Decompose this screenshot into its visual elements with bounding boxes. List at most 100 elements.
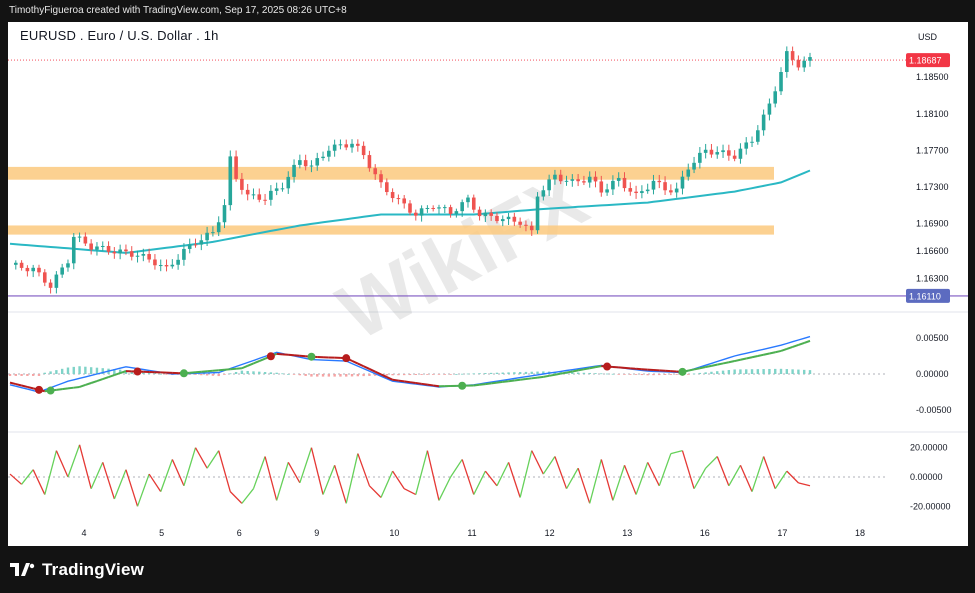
macd-signal-segment (531, 376, 538, 380)
chart-area[interactable]: WikiFX 1.18500 1.18100 1.17700 1.17300 1.1690… (8, 22, 968, 546)
macd-histogram-bar (750, 369, 754, 374)
candle-body (553, 174, 557, 180)
macd-histogram-bar (692, 373, 696, 375)
candle-body (779, 71, 783, 92)
oscillator-segment (9, 473, 23, 485)
macd-signal-segment (525, 377, 532, 381)
macd-signal-segment (688, 368, 695, 372)
macd-histogram-bar (762, 369, 765, 374)
candle-body (182, 248, 186, 260)
candle-body (158, 265, 163, 267)
macd-signal-segment (67, 386, 74, 390)
macd-signal-segment (62, 387, 69, 391)
candle-body (738, 148, 743, 159)
macd-axis-tick: -0.00500 (916, 405, 952, 415)
macd-histogram-bar (530, 371, 533, 374)
chart-title: EURUSD . Euro / U.S. Dollar . 1h (20, 28, 219, 43)
oscillator-segment (415, 450, 429, 495)
oscillator-segment (716, 456, 730, 487)
macd-histogram-bar (20, 374, 23, 376)
price-axis-tick: 1.16300 (916, 274, 949, 284)
macd-histogram-bar (287, 374, 290, 375)
macd-histogram-bar (634, 374, 638, 375)
time-axis-tick: 18 (855, 528, 865, 538)
time-axis-tick: 17 (777, 528, 787, 538)
oscillator-segment (507, 462, 521, 498)
macd-histogram-bar (200, 374, 203, 376)
support-level-tag-text: 1.16110 (909, 291, 941, 301)
macd-signal-segment (398, 379, 405, 383)
oscillator-segment (55, 450, 69, 478)
candle-body (698, 152, 702, 163)
tradingview-logo[interactable]: TradingView (10, 560, 144, 580)
time-axis-tick: 10 (389, 528, 399, 538)
chart-canvas[interactable]: WikiFX 1.18500 1.18100 1.17700 1.17300 1.1690… (8, 22, 968, 546)
macd-histogram-bar (321, 374, 325, 377)
macd-histogram-bar (663, 374, 667, 375)
candle-body (529, 225, 534, 231)
macd-histogram-bar (803, 369, 806, 374)
macd-signal-segment (589, 366, 596, 370)
candle-body (164, 265, 169, 267)
oscillator-segment (32, 469, 46, 495)
macd-histogram-bar (785, 369, 789, 374)
oscillator-segment (125, 469, 139, 507)
macd-histogram-bar (739, 369, 742, 374)
candle-body (286, 176, 291, 189)
macd-histogram-bar (95, 367, 99, 374)
macd-signal-segment (201, 370, 208, 373)
macd-signal-segment (108, 374, 115, 379)
macd-histogram-bar (779, 368, 783, 374)
candle-body (756, 130, 760, 142)
oscillator-segment (136, 473, 150, 507)
macd-histogram-bar (229, 373, 232, 375)
macd-signal-segment (693, 367, 701, 371)
macd-cross-marker (266, 352, 275, 361)
macd-signal-segment (85, 382, 92, 386)
candle-body (71, 236, 76, 264)
candle-body (95, 246, 99, 250)
macd-histogram-bar (629, 374, 632, 375)
macd-histogram-bar (368, 374, 371, 376)
oscillator-segment (276, 462, 289, 501)
macd-signal-segment (207, 369, 213, 373)
price-axis-currency: USD (918, 32, 938, 42)
macd-signal-segment (79, 384, 86, 388)
last-price-tag-text: 1.18687 (909, 56, 942, 66)
macd-histogram-bar (165, 374, 168, 375)
macd-signal-segment (734, 358, 741, 363)
macd-signal-segment (90, 380, 98, 384)
candle-body (466, 197, 470, 203)
candle-body (622, 177, 627, 189)
macd-histogram-bar (617, 374, 620, 375)
oscillator-segment (450, 459, 463, 478)
macd-histogram-bar (808, 370, 812, 374)
macd-signal-segment (740, 357, 747, 361)
macd-histogram-bar (49, 371, 52, 374)
oscillator-segment (623, 465, 637, 495)
supply-demand-zone (8, 225, 774, 235)
candle-body (442, 207, 447, 209)
macd-signal-segment (798, 341, 805, 346)
candle-body (808, 57, 812, 61)
macd-histogram-bar (420, 374, 423, 375)
macd-histogram-bar (310, 374, 313, 377)
candle-body (425, 207, 430, 209)
macd-signal-segment (218, 368, 225, 372)
candle-body (25, 267, 30, 272)
candle-body (147, 254, 151, 260)
candle-body (767, 103, 772, 115)
macd-histogram-bar (234, 371, 238, 374)
macd-histogram-bar (316, 374, 319, 377)
candle-body (390, 192, 395, 199)
macd-signal-segment (224, 368, 231, 371)
macd-histogram-bar (408, 374, 412, 376)
candle-body (570, 179, 575, 181)
macd-signal-segment (757, 353, 764, 357)
macd-signal-segment (717, 362, 724, 366)
candle-body (54, 274, 59, 288)
candle-body (709, 149, 714, 155)
macd-histogram-bar (704, 372, 707, 374)
macd-histogram-bar (397, 374, 400, 376)
macd-histogram-bar (582, 372, 586, 374)
